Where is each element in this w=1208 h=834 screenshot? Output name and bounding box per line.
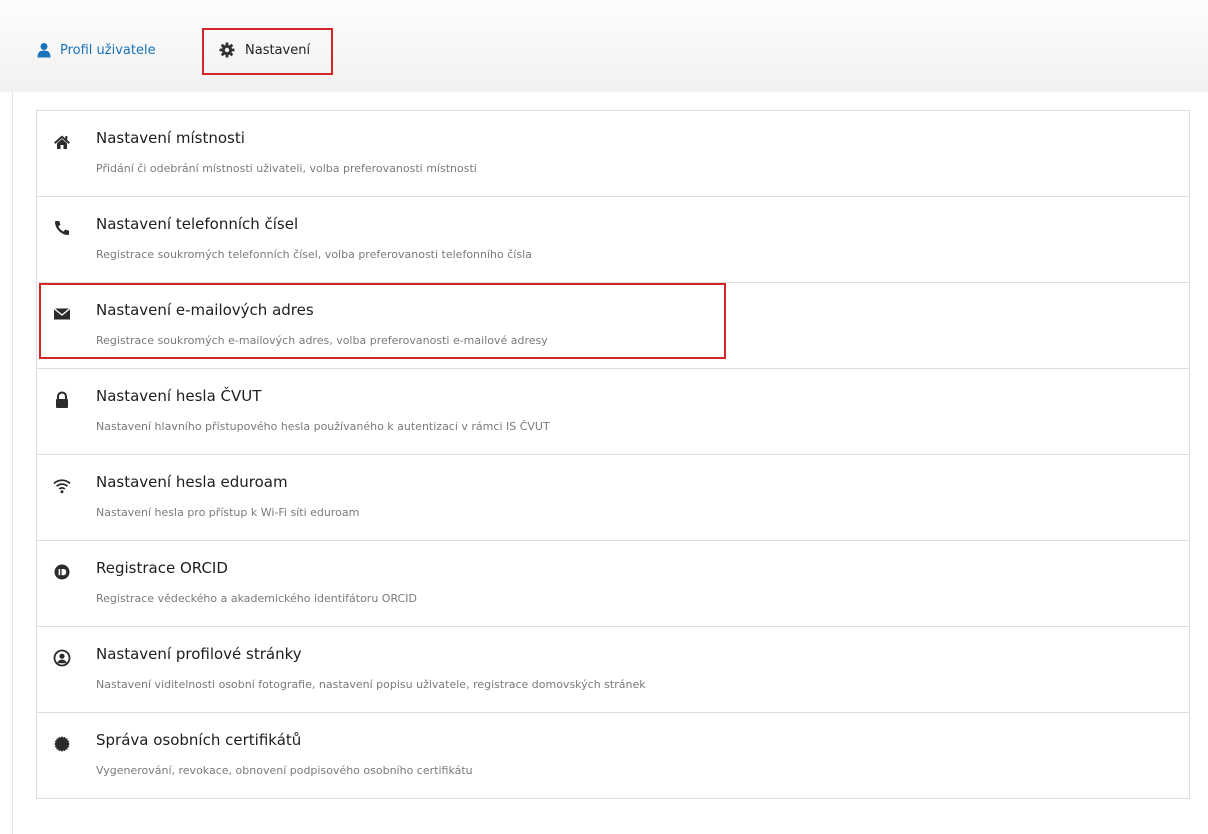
- lock-icon: [53, 391, 71, 409]
- home-icon: [53, 133, 71, 151]
- settings-item-description: Nastavení hlavního přístupového hesla po…: [96, 420, 550, 433]
- settings-item-password-cvut[interactable]: Nastavení hesla ČVUT Nastavení hlavního …: [37, 369, 1189, 455]
- tab-profile-label: Profil uživatele: [60, 42, 156, 58]
- tab-settings-label: Nastavení: [245, 42, 311, 58]
- phone-icon: [53, 219, 71, 237]
- tab-settings[interactable]: Nastavení: [219, 36, 310, 64]
- settings-item-title: Nastavení hesla ČVUT: [96, 387, 262, 405]
- settings-item-certificates[interactable]: Správa osobních certifikátů Vygenerování…: [37, 713, 1189, 799]
- settings-item-title: Nastavení hesla eduroam: [96, 473, 288, 491]
- settings-item-title: Nastavení telefonních čísel: [96, 215, 299, 233]
- settings-item-title: Správa osobních certifikátů: [96, 731, 302, 749]
- settings-item-title: Nastavení profilové stránky: [96, 645, 302, 663]
- settings-item-emails[interactable]: Nastavení e-mailových adres Registrace s…: [37, 283, 1189, 369]
- certificate-icon: [53, 735, 71, 753]
- envelope-icon: [53, 305, 71, 323]
- orcid-icon: [53, 563, 71, 581]
- settings-item-title: Registrace ORCID: [96, 559, 228, 577]
- settings-item-description: Nastavení hesla pro přístup k Wi-Fi síti…: [96, 506, 360, 519]
- settings-item-phones[interactable]: Nastavení telefonních čísel Registrace s…: [37, 197, 1189, 283]
- settings-item-title: Nastavení e-mailových adres: [96, 301, 314, 319]
- settings-item-description: Registrace soukromých e-mailových adres,…: [96, 334, 548, 347]
- wifi-icon: [53, 477, 71, 495]
- settings-item-description: Registrace soukromých telefonních čísel,…: [96, 248, 532, 261]
- settings-list: Nastavení místnosti Přidání či odebrání …: [36, 110, 1190, 799]
- settings-item-description: Vygenerování, revokace, obnovení podpiso…: [96, 764, 473, 777]
- settings-item-description: Nastavení viditelnosti osobní fotografie…: [96, 678, 646, 691]
- settings-item-title: Nastavení místnosti: [96, 129, 245, 147]
- settings-item-rooms[interactable]: Nastavení místnosti Přidání či odebrání …: [37, 111, 1189, 197]
- settings-item-profile-page[interactable]: Nastavení profilové stránky Nastavení vi…: [37, 627, 1189, 713]
- tab-bar: [0, 0, 1208, 92]
- tab-profile[interactable]: Profil uživatele: [36, 36, 156, 64]
- user-circle-icon: [53, 649, 71, 667]
- settings-item-orcid[interactable]: Registrace ORCID Registrace vědeckého a …: [37, 541, 1189, 627]
- settings-item-password-eduroam[interactable]: Nastavení hesla eduroam Nastavení hesla …: [37, 455, 1189, 541]
- user-icon: [36, 42, 52, 58]
- settings-item-description: Registrace vědeckého a akademického iden…: [96, 592, 417, 605]
- settings-item-description: Přidání či odebrání místnosti uživateli,…: [96, 162, 477, 175]
- gear-icon: [219, 42, 235, 58]
